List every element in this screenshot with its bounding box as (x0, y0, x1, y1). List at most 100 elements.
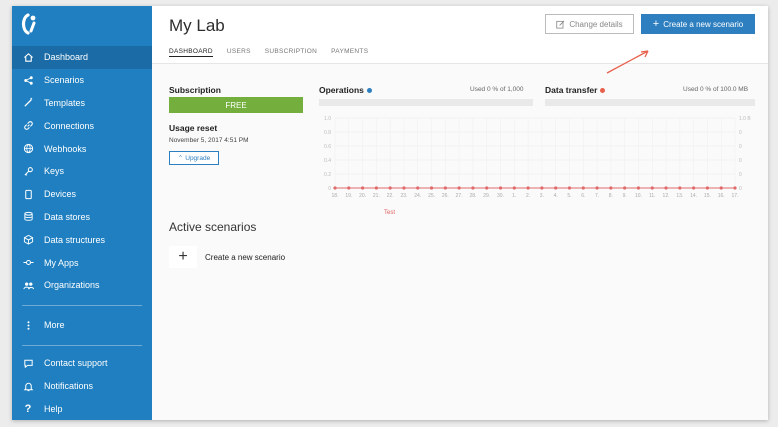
tab-users[interactable]: USERS (227, 48, 251, 57)
tab-subscription[interactable]: SUBSCRIPTION (265, 48, 317, 57)
plus-icon[interactable]: + (169, 246, 197, 268)
sidebar-item-my-apps[interactable]: My Apps (12, 251, 152, 274)
chart-ytick-right: 1.0 B (739, 116, 751, 122)
wand-icon (20, 96, 36, 110)
sidebar-item-label: More (44, 320, 65, 331)
create-scenario-label: Create a new scenario (663, 19, 744, 29)
edit-icon (556, 20, 565, 29)
sidebar-item-more[interactable]: More (12, 314, 152, 337)
tab-bar: DASHBOARD USERS SUBSCRIPTION PAYMENTS (169, 48, 368, 57)
chart-legend: Test (384, 210, 396, 216)
chart-ytick-left: 0.4 (324, 158, 331, 164)
create-scenario-button[interactable]: + Create a new scenario (641, 14, 755, 34)
chart-point (664, 186, 668, 190)
sidebar-item-data-structures[interactable]: Data structures (12, 228, 152, 251)
key-icon (20, 164, 36, 178)
chart-xtick: 15. (704, 193, 711, 199)
chat-icon (20, 356, 36, 370)
chart-point (650, 186, 654, 190)
chart-xtick: 23. (400, 193, 407, 199)
active-scenarios-title: Active scenarios (169, 220, 257, 234)
page-header: My Lab DASHBOARD USERS SUBSCRIPTION PAYM… (152, 6, 768, 64)
sidebar-item-notifications[interactable]: Notifications (12, 375, 152, 398)
tab-payments[interactable]: PAYMENTS (331, 48, 368, 57)
annotation-arrow-icon (606, 50, 649, 74)
sidebar-item-label: Connections (44, 120, 95, 131)
chart-xtick: 16. (718, 193, 725, 199)
chevron-up-icon: ⌃ (177, 155, 184, 162)
sidebar-item-connections[interactable]: Connections (12, 114, 152, 137)
sidebar-item-label: Templates (44, 97, 86, 108)
chart-xtick: 2. (526, 193, 530, 199)
change-details-button[interactable]: Change details (545, 14, 634, 34)
bell-icon (20, 379, 36, 393)
question-icon: ? (24, 402, 32, 415)
sidebar-item-data-stores[interactable]: Data stores (12, 206, 152, 229)
sidebar-item-keys[interactable]: Keys (12, 160, 152, 183)
sidebar-item-label: Data stores (44, 211, 91, 222)
chart-xtick: 10. (635, 193, 642, 199)
sidebar-item-label: Data structures (44, 234, 106, 245)
usage-reset-label: Usage reset (169, 123, 218, 133)
chart-ytick-right: 0 (739, 172, 742, 178)
chart-xtick: 27. (456, 193, 463, 199)
app-window: Dashboard Scenarios Templates Connection… (12, 6, 768, 420)
chart-point (402, 186, 406, 190)
chart-point (512, 186, 516, 190)
operations-label: Operations (319, 85, 372, 95)
sidebar-item-webhooks[interactable]: Webhooks (12, 137, 152, 160)
operations-title: Operations (319, 85, 364, 95)
chart-ytick-left: 0.8 (324, 130, 331, 136)
chart-xtick: 4. (554, 193, 558, 199)
upgrade-button[interactable]: ⌃ Upgrade (169, 151, 219, 165)
chart-ytick-left: 1.0 (324, 116, 331, 122)
sidebar-item-contact-support[interactable]: Contact support (12, 352, 152, 375)
chart-point (554, 186, 558, 190)
share-icon (20, 73, 36, 87)
chart-point (498, 186, 503, 190)
logo-icon[interactable] (20, 12, 42, 36)
chart-xtick: 20. (359, 193, 366, 199)
create-scenario-tile[interactable]: + Create a new scenario (169, 246, 285, 268)
usage-reset-date: November 5, 2017 4:51 PM (169, 137, 249, 144)
sidebar-item-label: Scenarios (44, 75, 85, 86)
chart-point (609, 186, 613, 190)
chart-ytick-right: 0 (739, 144, 742, 150)
sidebar-item-label: My Apps (44, 257, 79, 268)
chart-point (540, 186, 544, 190)
chart-point (581, 186, 585, 190)
sidebar: Dashboard Scenarios Templates Connection… (12, 6, 152, 420)
change-details-label: Change details (569, 19, 623, 29)
sidebar-item-templates[interactable]: Templates (12, 92, 152, 115)
chart-ytick-right: 0 (739, 130, 742, 136)
apps-icon (20, 256, 36, 270)
chart-point (429, 186, 434, 190)
sidebar-item-devices[interactable]: Devices (12, 183, 152, 206)
chart-xtick: 21. (373, 193, 380, 199)
chart-ytick-left: 0.6 (324, 144, 331, 150)
chart-xtick: 9. (623, 193, 627, 199)
chart-xtick: 17. (732, 193, 739, 199)
chart-xtick: 22. (387, 193, 394, 199)
chart-ytick-right: 0 (739, 186, 742, 192)
chart-xtick: 5. (567, 193, 571, 199)
data-transfer-label: Data transfer (545, 85, 606, 95)
sidebar-item-help[interactable]: ? Help (12, 398, 152, 420)
chart-xtick: 14. (690, 193, 697, 199)
sidebar-item-scenarios[interactable]: Scenarios (12, 69, 152, 92)
chart-point (692, 186, 696, 190)
chart-xtick: 28. (469, 193, 476, 199)
users-icon (20, 278, 36, 292)
tab-dashboard[interactable]: DASHBOARD (169, 48, 213, 57)
chart-point (333, 186, 337, 190)
sidebar-item-organizations[interactable]: Organizations (12, 274, 152, 297)
subscription-label: Subscription (169, 85, 221, 95)
data-transfer-progress (545, 99, 755, 106)
sidebar-item-label: Help (44, 403, 63, 414)
sidebar-item-dashboard[interactable]: Dashboard (12, 46, 152, 69)
chart-xtick: 3. (540, 193, 544, 199)
chart-xtick: 30. (497, 193, 504, 199)
chart-point (416, 186, 420, 190)
create-scenario-tile-label: Create a new scenario (205, 252, 286, 262)
chart-point (678, 186, 682, 190)
